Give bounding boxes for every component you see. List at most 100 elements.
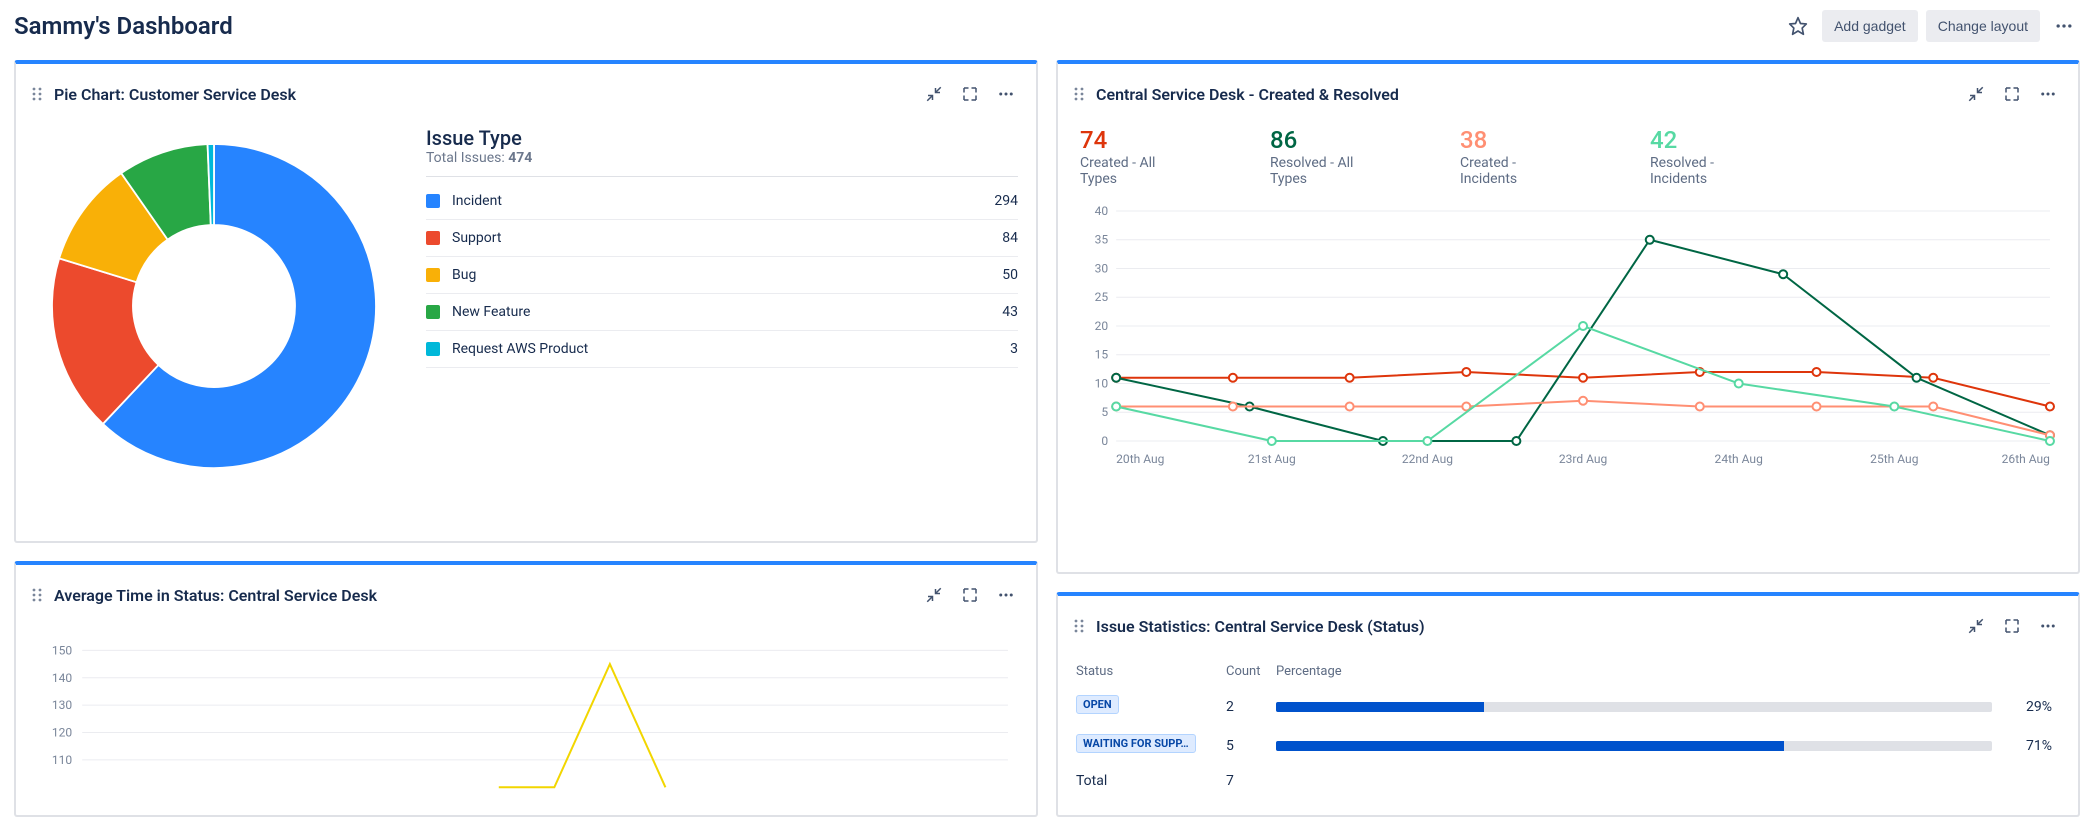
svg-text:26th Aug: 26th Aug [2002,452,2050,466]
data-point[interactable] [1512,437,1520,445]
percentage-cell: 71% [2000,726,2060,765]
data-point[interactable] [1579,322,1587,330]
minimize-icon [1967,85,1985,103]
count-cell: 2 [1226,687,1276,726]
data-point[interactable] [1229,374,1237,382]
issue-stats-table: Status Count Percentage OPEN229%WAITING … [1076,658,2060,797]
maximize-button[interactable] [954,78,986,110]
color-swatch [426,231,440,245]
gadget-created-resolved: Central Service Desk - Created & Resolve… [1056,60,2080,574]
table-row[interactable]: WAITING FOR SUPP… 5 71% [1076,726,2060,765]
total-row: Total7 [1076,765,2060,797]
stat-value: 74 [1080,126,1190,155]
gadget-more-button[interactable] [990,579,1022,611]
maximize-button[interactable] [1996,610,2028,642]
dashboard-more-button[interactable] [2048,10,2080,42]
data-point[interactable] [1423,437,1431,445]
drag-handle-icon [1072,618,1088,634]
svg-text:140: 140 [52,671,73,685]
legend-row[interactable]: Bug50 [426,257,1018,294]
gadget-more-button[interactable] [2032,610,2064,642]
drag-handle[interactable] [30,587,46,603]
data-point[interactable] [1929,374,1937,382]
data-point[interactable] [1112,374,1120,382]
gadget-avg-time: Average Time in Status: Central Service … [14,561,1038,817]
data-point[interactable] [1929,402,1937,410]
data-point[interactable] [2046,437,2054,445]
data-point[interactable] [1268,437,1276,445]
legend-row[interactable]: New Feature43 [426,294,1018,331]
svg-text:30: 30 [1095,261,1109,275]
stat-value: 38 [1460,126,1570,155]
legend-row[interactable]: Incident294 [426,183,1018,220]
legend-subtitle: Total Issues: 474 [426,150,1018,177]
legend-row[interactable]: Request AWS Product3 [426,331,1018,368]
drag-handle[interactable] [30,86,46,102]
legend-value: 294 [994,193,1018,209]
drag-handle[interactable] [1072,86,1088,102]
more-horizontal-icon [2039,617,2057,635]
star-button[interactable] [1782,10,1814,42]
gadget-title: Central Service Desk - Created & Resolve… [1096,85,1960,104]
legend-label: New Feature [452,304,1002,320]
more-horizontal-icon [997,85,1015,103]
legend-label: Request AWS Product [452,341,1010,357]
data-point[interactable] [1346,374,1354,382]
minimize-button[interactable] [918,579,950,611]
svg-text:120: 120 [52,726,73,740]
gadget-issue-stats: Issue Statistics: Central Service Desk (… [1056,592,2080,817]
data-point[interactable] [2046,402,2054,410]
minimize-button[interactable] [1960,78,1992,110]
gadget-more-button[interactable] [2032,78,2064,110]
svg-text:15: 15 [1095,348,1109,362]
status-lozenge[interactable]: WAITING FOR SUPP… [1076,734,1196,753]
data-point[interactable] [1779,270,1787,278]
data-point[interactable] [1735,379,1743,387]
percentage-cell: 29% [2000,687,2060,726]
drag-handle[interactable] [1072,618,1088,634]
color-swatch [426,342,440,356]
svg-text:24th Aug: 24th Aug [1715,452,1763,466]
svg-text:10: 10 [1095,376,1109,390]
data-point[interactable] [1696,402,1704,410]
svg-text:5: 5 [1101,405,1108,419]
data-point[interactable] [1112,402,1120,410]
status-lozenge[interactable]: OPEN [1076,695,1119,714]
maximize-icon [961,85,979,103]
dashboard-header: Sammy's Dashboard Add gadget Change layo… [14,0,2080,60]
data-point[interactable] [1229,402,1237,410]
gadget-title: Issue Statistics: Central Service Desk (… [1096,617,1960,636]
maximize-button[interactable] [954,579,986,611]
data-point[interactable] [1579,397,1587,405]
svg-text:35: 35 [1095,233,1109,247]
col-status: Status [1076,658,1226,687]
more-horizontal-icon [997,586,1015,604]
table-row[interactable]: OPEN 2 29% [1076,687,2060,726]
data-point[interactable] [1346,402,1354,410]
data-point[interactable] [1462,368,1470,376]
star-icon [1788,16,1808,36]
total-label: Total [1076,765,1226,797]
svg-text:130: 130 [52,698,73,712]
minimize-button[interactable] [918,78,950,110]
add-gadget-button[interactable]: Add gadget [1822,10,1918,42]
legend-label: Incident [452,193,994,209]
svg-text:0: 0 [1101,434,1108,448]
pie-legend: Issue Type Total Issues: 474 Incident294… [426,126,1018,486]
legend-row[interactable]: Support84 [426,220,1018,257]
data-point[interactable] [1890,402,1898,410]
data-point[interactable] [1812,368,1820,376]
count-cell: 5 [1226,726,1276,765]
data-point[interactable] [1646,236,1654,244]
data-point[interactable] [1913,374,1921,382]
data-point[interactable] [1579,374,1587,382]
data-point[interactable] [1812,402,1820,410]
change-layout-button[interactable]: Change layout [1926,10,2040,42]
gadget-more-button[interactable] [990,78,1022,110]
legend-label: Bug [452,267,1002,283]
stat-label: Resolved - Incidents [1650,155,1760,187]
more-horizontal-icon [2039,85,2057,103]
maximize-button[interactable] [1996,78,2028,110]
minimize-button[interactable] [1960,610,1992,642]
gadget-title: Pie Chart: Customer Service Desk [54,85,918,104]
